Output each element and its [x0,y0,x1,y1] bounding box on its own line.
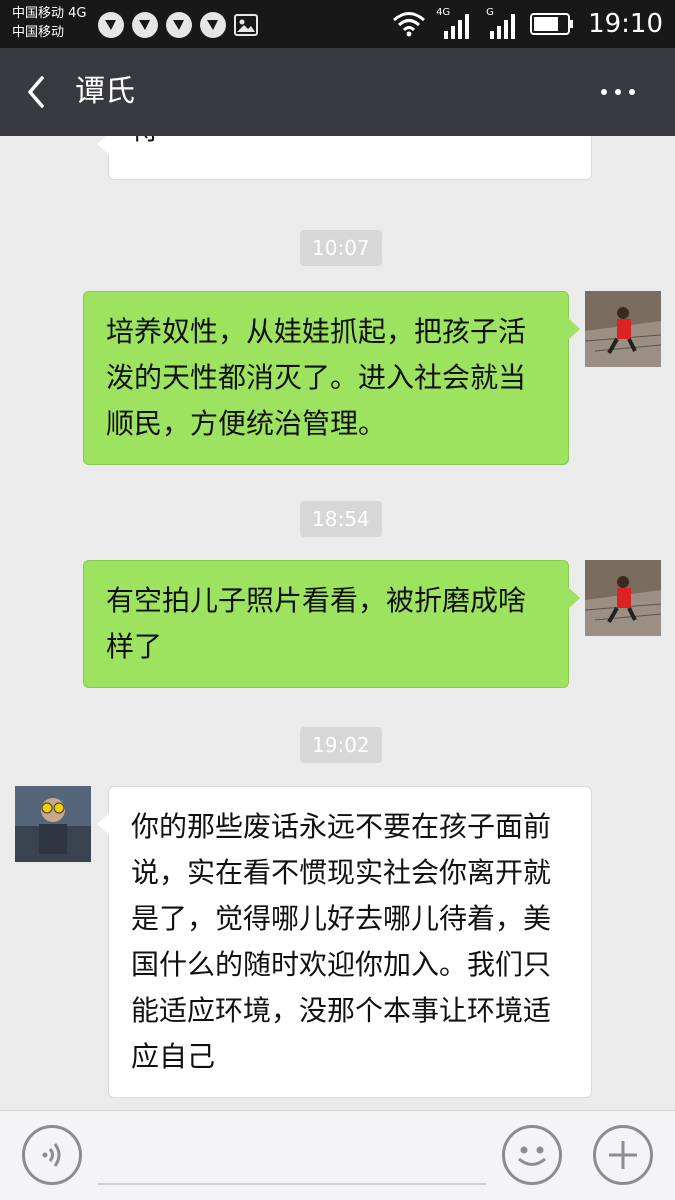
received-message[interactable]: 你的那些废话永远不要在孩子面前 说，实在看不惯现实社会你离开就 是了，觉得哪儿好… [97,786,592,1098]
image-notification-icon [234,14,258,36]
message-list[interactable]: 待 10:07 培养奴性，从娃娃抓起，把孩子活 泼的天性都消灭了。进入社会就当 … [0,136,675,1110]
system-icons: 4G G 19:10 [392,0,663,48]
signal-strength-icon [444,14,470,39]
emoji-button[interactable] [502,1125,562,1185]
notification-icons [98,12,258,38]
app-notification-icon [166,12,192,38]
message-line: 国什么的随时欢迎你加入。我们只 [131,948,552,981]
voice-icon [42,1143,61,1167]
carrier-line-1: 中国移动 4G [12,6,87,21]
more-dots-icon [601,89,607,95]
message-text: 待 [131,136,159,165]
message-line: 顺民，方便统治管理。 [106,407,387,440]
chat-title: 谭氏 [75,74,135,109]
message-line: 说，实在看不惯现实社会你离开就 [131,856,552,889]
message-line: 应自己 [131,1040,216,1073]
sent-message[interactable]: 培养奴性，从娃娃抓起，把孩子活 泼的天性都消灭了。进入社会就当 顺民，方便统治管… [83,291,580,465]
message-line: 是了，觉得哪儿好去哪儿待着，美 [131,902,552,935]
message-line: 有空拍儿子照片看看，被折磨成啥 [106,584,527,617]
received-message[interactable]: 待 [97,136,592,180]
back-button[interactable] [20,72,60,112]
my-avatar[interactable] [585,291,661,367]
more-options-button[interactable] [601,78,645,106]
signal-2-group: G [484,7,520,39]
plus-icon [609,1141,637,1169]
sent-message[interactable]: 有空拍儿子照片看看，被折磨成啥 样了 [83,560,580,688]
app-notification-icon [132,12,158,38]
app-notification-icon [200,12,226,38]
timestamp: 18:54 [300,501,382,537]
timestamp: 10:07 [300,230,382,266]
status-bar: 中国移动 4G 中国移动 4G G 19:10 [0,0,675,48]
signal-strength-icon [490,14,516,39]
message-input[interactable] [98,1183,486,1185]
more-functions-button[interactable] [593,1125,653,1185]
timestamp: 19:02 [300,727,382,763]
status-clock: 19:10 [588,9,663,39]
chat-header: 谭氏 [0,48,675,136]
chevron-left-icon [28,76,44,108]
message-line: 样了 [106,630,163,663]
wifi-icon [393,12,426,37]
message-line: 能适应环境，没那个本事让环境适 [131,994,552,1027]
input-bar [0,1110,675,1200]
more-dots-icon [615,89,621,95]
app-notification-icon [98,12,124,38]
emoji-icon [518,1146,546,1166]
more-dots-icon [629,89,635,95]
wechat-chat-screen: 中国移动 4G 中国移动 4G G 19:10 谭氏 10:07 培养奴性，从娃… [0,0,675,1200]
battery-icon [530,13,574,35]
message-line: 泼的天性都消灭了。进入社会就当 [106,361,527,394]
voice-button[interactable] [22,1125,82,1185]
my-avatar[interactable] [585,560,661,636]
message-line: 你的那些废话永远不要在孩子面前 [131,810,552,843]
carrier-info: 中国移动 4G 中国移动 [12,4,86,42]
message-line: 培养奴性，从娃娃抓起，把孩子活 [106,315,527,348]
signal-1-group: 4G [436,7,474,39]
carrier-line-2: 中国移动 [12,25,65,40]
contact-avatar[interactable] [15,786,91,862]
